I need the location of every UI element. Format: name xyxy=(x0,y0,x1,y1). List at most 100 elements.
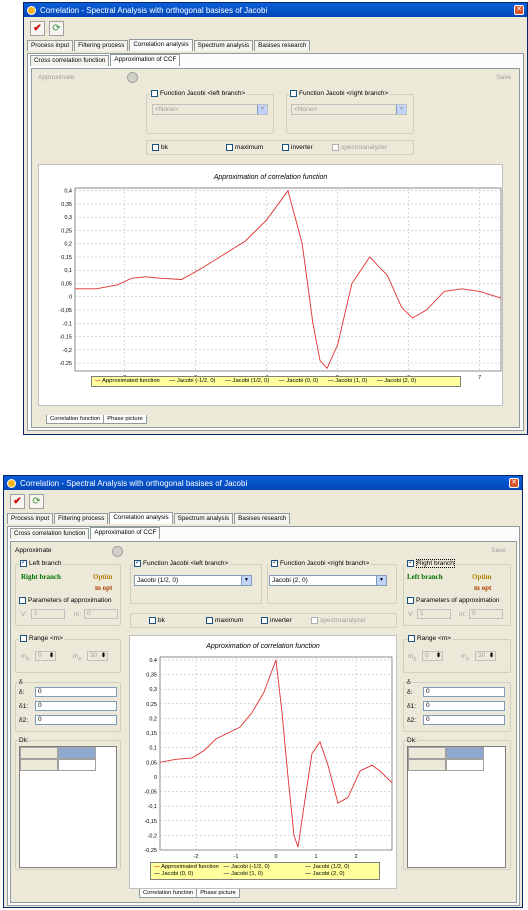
v-field[interactable]: 1 xyxy=(417,609,451,619)
dk-grid[interactable] xyxy=(407,746,506,868)
me-stepper[interactable]: 30 ⬍ xyxy=(87,651,108,661)
delta2-field[interactable]: 0 xyxy=(423,715,505,725)
delta1-field[interactable]: 0 xyxy=(35,701,117,711)
range-checkbox[interactable]: Range <m> xyxy=(19,635,64,643)
grid-cell xyxy=(408,747,446,759)
y-tick-label: 0,1 xyxy=(149,746,157,752)
spectroanalyzer-checkbox[interactable]: spectroanalyzer xyxy=(332,144,387,151)
delta0-field[interactable]: 0 xyxy=(35,687,117,697)
spectroanalyzer-checkbox[interactable]: spectroanalyzer xyxy=(311,617,366,624)
function-right-checkbox[interactable]: Function Jacobi <right branch> xyxy=(289,90,390,98)
tab-spectrum-analysis[interactable]: Spectrum analysis xyxy=(193,40,254,51)
approximate-button[interactable]: Approximate xyxy=(15,547,52,554)
inverter-checkbox[interactable]: inverter xyxy=(282,144,313,151)
y-tick-label: 0,25 xyxy=(146,702,157,708)
range-checkbox[interactable]: Range <m> xyxy=(407,635,452,643)
params-checkbox[interactable]: Parameters of approximation xyxy=(19,597,111,604)
tab-phase-picture[interactable]: Phase picture xyxy=(196,889,240,898)
check-icon[interactable]: ✔ xyxy=(10,493,25,509)
grid-cell xyxy=(58,747,96,759)
tab-approximation-ccf[interactable]: Approximation of CCF xyxy=(90,527,161,539)
save-button[interactable]: Save xyxy=(491,547,506,554)
tab-filtering-process[interactable]: Filtering process xyxy=(74,40,129,51)
gear-icon[interactable] xyxy=(112,546,123,557)
bk-checkbox[interactable]: bk xyxy=(152,144,168,151)
tab-process-input[interactable]: Process input xyxy=(7,513,54,524)
tab-basises-research[interactable]: Basises research xyxy=(234,513,291,524)
function-left-label: Function Jacobi <left branch> xyxy=(160,90,246,98)
optim-label: Optim xyxy=(472,573,492,581)
y-tick-label: 0,1 xyxy=(64,268,72,274)
me-label: me xyxy=(73,653,81,662)
legend-item: — Jacobi (0, 0) xyxy=(154,871,194,877)
delta1-field[interactable]: 0 xyxy=(423,701,505,711)
tab-basises-research[interactable]: Basises research xyxy=(254,40,311,51)
plot-area xyxy=(74,187,502,372)
legend-item: — Jacobi (1/2, 0) xyxy=(305,864,350,870)
tab-spectrum-analysis[interactable]: Spectrum analysis xyxy=(173,513,234,524)
me-value: 30 xyxy=(90,652,98,659)
tab-correlation-function[interactable]: Correlation function xyxy=(139,889,198,898)
tab-correlation-function[interactable]: Correlation function xyxy=(46,415,105,424)
m-field[interactable]: 0 xyxy=(84,609,118,619)
mb-value: 0 xyxy=(38,652,42,659)
tab-filtering-process[interactable]: Filtering process xyxy=(54,513,109,524)
legend-label: Jacobi (1, 0) xyxy=(335,378,368,384)
checkbox-icon xyxy=(332,144,339,151)
save-button[interactable]: Save xyxy=(496,74,511,81)
close-button[interactable]: ✕ xyxy=(514,5,524,15)
me-stepper[interactable]: 30 ⬍ xyxy=(475,651,496,661)
close-button[interactable]: ✕ xyxy=(509,478,519,488)
bk-label: bk xyxy=(158,617,165,625)
tab-approximation-ccf[interactable]: Approximation of CCF xyxy=(110,54,181,66)
function-left-checkbox[interactable]: Function Jacobi <left branch> xyxy=(150,90,247,98)
right-branch-select[interactable]: <None> ▼ xyxy=(291,104,407,115)
legend-item: — Jacobi (0, 0) xyxy=(278,378,319,384)
mb-value: 0 xyxy=(425,652,429,659)
mb-stepper[interactable]: 0 ⬍ xyxy=(422,651,443,661)
delta-title: δ xyxy=(407,679,411,686)
app-icon xyxy=(7,478,16,488)
check-icon[interactable]: ✔ xyxy=(30,20,45,36)
me-subscript: e xyxy=(466,656,470,663)
function-right-checkbox[interactable]: Function Jacobi <right branch> xyxy=(270,558,371,568)
tab-cross-correlation[interactable]: Cross correlation function xyxy=(10,528,90,539)
tab-correlation-analysis[interactable]: Correlation analysis xyxy=(109,512,173,524)
refresh-icon[interactable]: ⟳ xyxy=(49,20,64,36)
dk-label: Dk: xyxy=(19,737,29,744)
m-field[interactable]: 0 xyxy=(469,609,503,619)
v-field[interactable]: 1 xyxy=(31,609,65,619)
params-checkbox[interactable]: Parameters of approximation xyxy=(407,597,499,604)
left-branch-value: <None> xyxy=(155,106,179,113)
delta1-label: δ1: xyxy=(407,703,417,710)
spin-arrows-icon: ⬍ xyxy=(435,653,441,659)
function-right-label: Function Jacobi <right branch> xyxy=(280,560,370,568)
tab-cross-correlation[interactable]: Cross correlation function xyxy=(30,55,110,66)
left-branch-checkbox[interactable]: Left branch xyxy=(19,558,63,568)
maximum-checkbox[interactable]: maximum xyxy=(206,617,243,624)
dk-grid[interactable] xyxy=(19,746,117,868)
refresh-icon[interactable]: ⟳ xyxy=(29,493,44,509)
right-branch-checkbox[interactable]: Right branch xyxy=(406,558,456,569)
y-tick-label: -0,05 xyxy=(59,308,72,314)
left-branch-select[interactable]: Jacobi (1/2, 0) ▼ xyxy=(134,575,252,586)
approximate-button[interactable]: Approximate xyxy=(38,74,75,81)
tab-panel: Cross correlation function Approximation… xyxy=(27,53,524,431)
tab-process-input[interactable]: Process input xyxy=(27,40,74,51)
mb-stepper[interactable]: 0 ⬍ xyxy=(35,651,56,661)
function-left-checkbox[interactable]: Function Jacobi <left branch> xyxy=(133,558,230,568)
bk-checkbox[interactable]: bk xyxy=(149,617,165,624)
right-branch-select[interactable]: Jacobi (2, 0) ▼ xyxy=(269,575,387,586)
left-branch-value: Jacobi (1/2, 0) xyxy=(137,577,179,584)
left-branch-select[interactable]: <None> ▼ xyxy=(152,104,268,115)
maximum-checkbox[interactable]: maximum xyxy=(226,144,263,151)
inverter-checkbox[interactable]: inverter xyxy=(261,617,292,624)
params-label: Parameters of approximation xyxy=(416,597,500,605)
y-tick-label: 0,15 xyxy=(61,255,72,261)
gear-icon[interactable] xyxy=(127,72,138,83)
tab-correlation-analysis[interactable]: Correlation analysis xyxy=(129,39,193,51)
tab-phase-picture[interactable]: Phase picture xyxy=(103,415,147,424)
delta2-field[interactable]: 0 xyxy=(35,715,117,725)
delta2-label: δ2: xyxy=(407,717,417,724)
delta0-field[interactable]: 0 xyxy=(423,687,505,697)
